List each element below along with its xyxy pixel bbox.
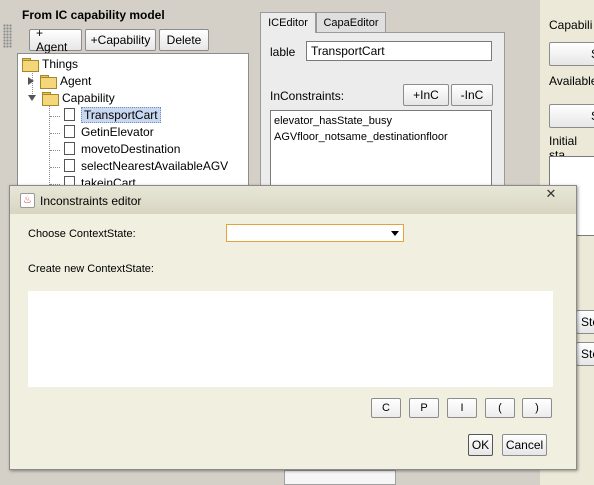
dialog-titlebar[interactable]: ♨ Inconstraints editor ✕: [10, 186, 576, 214]
tree-node-label: Agent: [60, 73, 92, 88]
add-inconstraint-button[interactable]: +InC: [403, 84, 449, 106]
contextstate-select[interactable]: [226, 224, 404, 242]
capability-tree[interactable]: Things Agent Capability TransportCart Ge…: [17, 53, 249, 193]
expand-toggle-icon[interactable]: [28, 76, 34, 85]
contextstate-textarea[interactable]: [28, 291, 553, 387]
java-app-icon: ♨: [20, 193, 35, 208]
right-button-2[interactable]: S: [549, 104, 594, 128]
operator-c-button[interactable]: C: [371, 398, 401, 418]
choose-contextstate-label: Choose ContextState:: [28, 228, 136, 240]
tree-item-label: TransportCart: [81, 106, 161, 123]
folder-open-icon: [22, 57, 39, 72]
operator-p-button[interactable]: P: [409, 398, 439, 418]
chevron-down-icon: [391, 231, 399, 236]
drag-grip[interactable]: [3, 24, 12, 48]
create-contextstate-label: Create new ContextState:: [28, 263, 154, 275]
tree-item-label: GetinElevator: [81, 124, 154, 139]
ok-button[interactable]: OK: [468, 434, 493, 456]
right-button-1[interactable]: S: [549, 42, 594, 66]
tree-item-selectnearestavailableagv[interactable]: selectNearestAvailableAGV: [64, 157, 228, 174]
open-paren-button[interactable]: (: [485, 398, 515, 418]
label-caption: lable: [270, 45, 296, 59]
close-paren-button[interactable]: ): [522, 398, 552, 418]
add-capability-button[interactable]: +Capability: [85, 29, 156, 51]
tab-capaeditor[interactable]: CapaEditor: [316, 12, 386, 33]
folder-open-icon: [42, 91, 59, 106]
bottom-field[interactable]: [284, 470, 396, 485]
inconstraints-caption: InConstraints:: [270, 89, 345, 103]
document-icon: [64, 125, 75, 138]
tree-node-label: Capability: [62, 90, 115, 105]
document-icon: [64, 159, 75, 172]
available-label: Available: [549, 74, 594, 88]
right-button-3[interactable]: Ste: [576, 310, 594, 334]
capability-label: Capabili: [549, 18, 593, 32]
tree-item-label: movetoDestination: [81, 141, 181, 156]
panel-title: From IC capability model: [22, 8, 165, 22]
folder-icon: [40, 74, 57, 89]
tree-item-movetodestination[interactable]: movetoDestination: [64, 140, 180, 157]
add-agent-button[interactable]: + Agent: [29, 26, 82, 54]
right-button-4[interactable]: Ste: [576, 342, 594, 366]
tree-node-agent[interactable]: Agent: [28, 72, 91, 89]
tree-item-transportcart[interactable]: TransportCart: [64, 106, 161, 123]
cancel-button[interactable]: Cancel: [502, 434, 547, 456]
tree-item-label: selectNearestAvailableAGV: [81, 158, 229, 173]
list-item[interactable]: AGVfloor_notsame_destinationfloor: [274, 131, 448, 143]
inconstraints-editor-dialog: ♨ Inconstraints editor ✕ Choose ContextS…: [9, 185, 577, 470]
delete-button[interactable]: Delete: [159, 29, 209, 51]
document-icon: [64, 108, 75, 121]
collapse-toggle-icon[interactable]: [28, 94, 36, 101]
document-icon: [64, 142, 75, 155]
tree-node-capability[interactable]: Capability: [28, 89, 115, 106]
tree-node-things[interactable]: Things: [22, 55, 78, 72]
list-item[interactable]: elevator_hasState_busy: [274, 115, 392, 127]
operator-i-button[interactable]: I: [447, 398, 477, 418]
tree-item-getinelevator[interactable]: GetinElevator: [64, 123, 154, 140]
dialog-title: Inconstraints editor: [40, 194, 142, 208]
tab-iceditor[interactable]: ICEditor: [260, 12, 316, 33]
close-icon[interactable]: ✕: [544, 186, 558, 201]
tree-node-label: Things: [42, 56, 79, 71]
remove-inconstraint-button[interactable]: -InC: [451, 84, 493, 106]
iceditor-panel: lable TransportCart InConstraints: +InC …: [260, 32, 505, 202]
label-input[interactable]: TransportCart: [306, 41, 492, 61]
